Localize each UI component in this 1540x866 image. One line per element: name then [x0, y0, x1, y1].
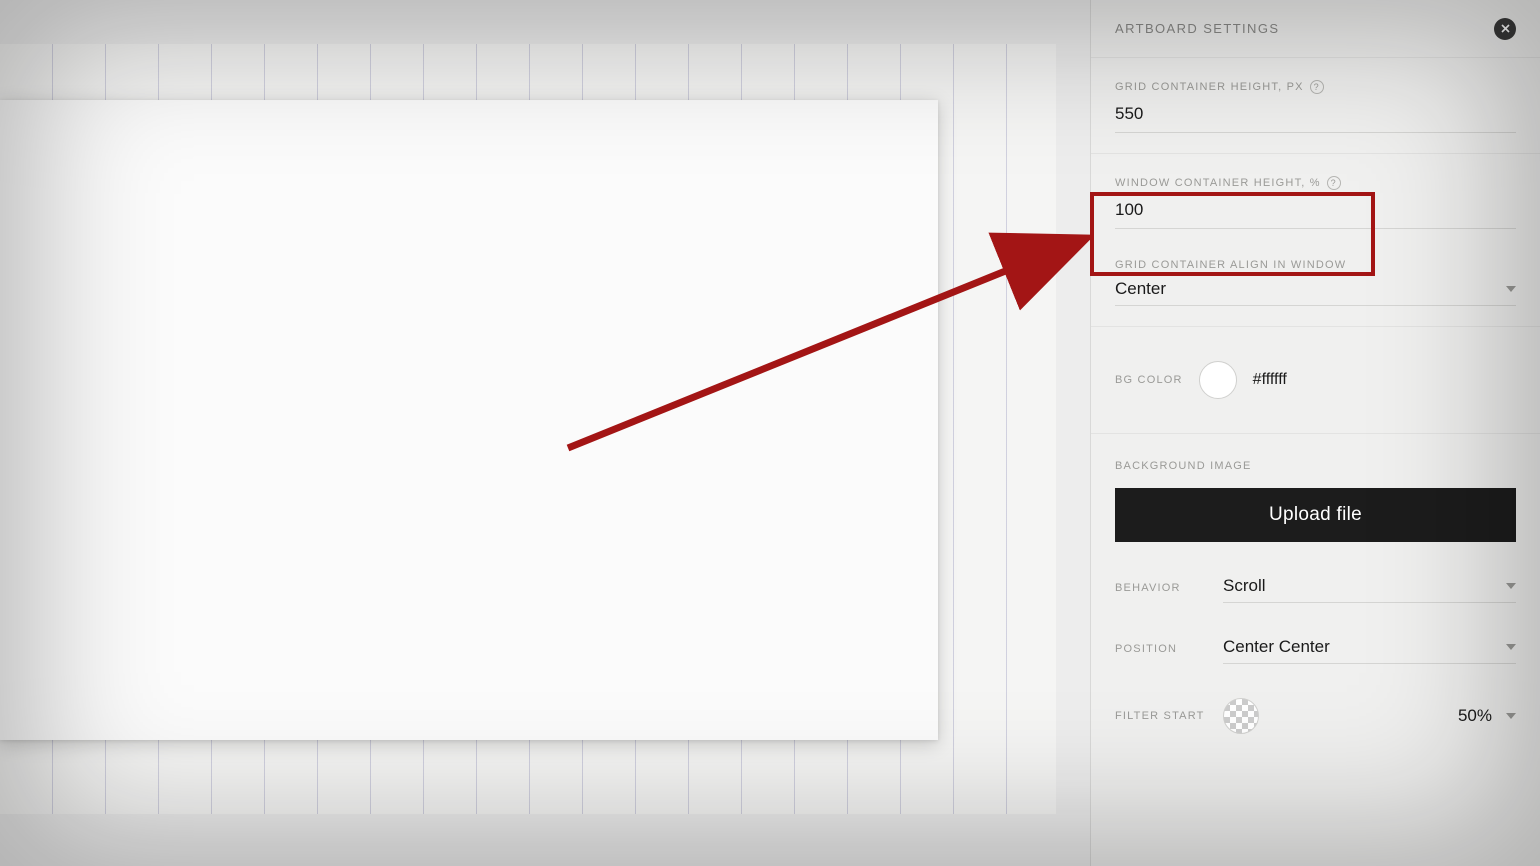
section-bgcolor: BG COLOR #ffffff: [1091, 327, 1540, 434]
label-text: WINDOW CONTAINER HEIGHT, %: [1115, 177, 1321, 189]
row-filter-start: FILTER START 50%: [1115, 698, 1516, 734]
section-grid-height: GRID CONTAINER HEIGHT, PX ?: [1091, 58, 1540, 154]
label-text: GRID CONTAINER ALIGN IN WINDOW: [1115, 259, 1346, 271]
bgcolor-label: BG COLOR: [1115, 374, 1183, 386]
canvas-area[interactable]: [0, 0, 1090, 866]
filter-value: 50%: [1458, 706, 1492, 726]
align-label: GRID CONTAINER ALIGN IN WINDOW: [1115, 259, 1516, 271]
window-height-input[interactable]: [1115, 190, 1516, 229]
panel-header: ARTBOARD SETTINGS: [1091, 0, 1540, 58]
row-position: POSITION Center Center: [1115, 633, 1516, 664]
filter-label: FILTER START: [1115, 710, 1205, 722]
chevron-down-icon: [1506, 583, 1516, 589]
help-icon[interactable]: ?: [1327, 176, 1341, 190]
section-bgimage: BACKGROUND IMAGE Upload file BEHAVIOR Sc…: [1091, 434, 1540, 754]
upload-file-button[interactable]: Upload file: [1115, 488, 1516, 542]
behavior-label: BEHAVIOR: [1115, 582, 1205, 594]
chevron-down-icon: [1506, 286, 1516, 292]
position-value: Center Center: [1223, 637, 1330, 657]
chevron-down-icon[interactable]: [1506, 713, 1516, 719]
label-text: GRID CONTAINER HEIGHT, PX: [1115, 81, 1304, 93]
window-height-label: WINDOW CONTAINER HEIGHT, % ?: [1115, 176, 1516, 190]
bgimage-label: BACKGROUND IMAGE: [1115, 460, 1516, 472]
behavior-value: Scroll: [1223, 576, 1266, 596]
bgcolor-hex[interactable]: #ffffff: [1253, 371, 1287, 389]
color-swatch[interactable]: [1199, 361, 1237, 399]
close-icon[interactable]: [1494, 18, 1516, 40]
panel-title: ARTBOARD SETTINGS: [1115, 21, 1279, 36]
position-select[interactable]: Center Center: [1223, 633, 1516, 664]
row-behavior: BEHAVIOR Scroll: [1115, 572, 1516, 603]
help-icon[interactable]: ?: [1310, 80, 1324, 94]
settings-panel: ARTBOARD SETTINGS GRID CONTAINER HEIGHT,…: [1090, 0, 1540, 866]
grid-height-input[interactable]: [1115, 94, 1516, 133]
chevron-down-icon: [1506, 644, 1516, 650]
align-value: Center: [1115, 279, 1166, 299]
behavior-select[interactable]: Scroll: [1223, 572, 1516, 603]
checker-swatch[interactable]: [1223, 698, 1259, 734]
section-align: GRID CONTAINER ALIGN IN WINDOW Center: [1091, 245, 1540, 327]
artboard[interactable]: [0, 100, 938, 740]
align-select[interactable]: Center: [1115, 271, 1516, 306]
position-label: POSITION: [1115, 643, 1205, 655]
grid-height-label: GRID CONTAINER HEIGHT, PX ?: [1115, 80, 1516, 94]
section-window-height: WINDOW CONTAINER HEIGHT, % ?: [1091, 154, 1540, 245]
